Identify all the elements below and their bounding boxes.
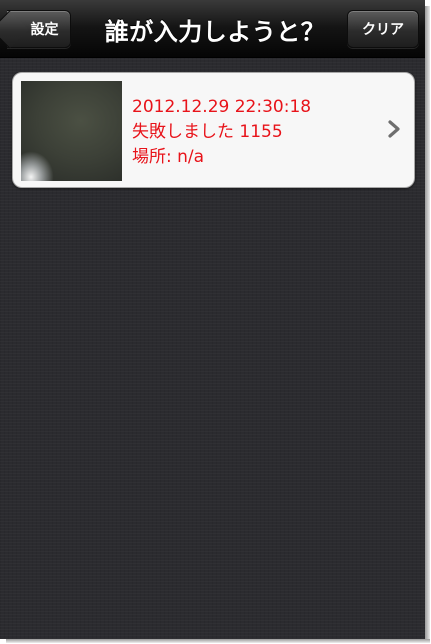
entry-status: 失敗しました 1155	[132, 122, 283, 142]
entry-list-item[interactable]: 2012.12.29 22:30:18 失敗しました 1155 場所: n/a	[12, 72, 415, 188]
clear-button[interactable]: クリア	[347, 10, 419, 48]
entry-location: 場所: n/a	[132, 147, 205, 167]
photo-thumbnail	[21, 81, 122, 181]
page-shadow-right	[425, 6, 430, 642]
chevron-right-icon	[388, 120, 400, 138]
navigation-bar: 設定 誰が入力しようと？ クリア	[0, 0, 425, 58]
page-title: 誰が入力しようと？	[104, 17, 326, 46]
entry-info: 2012.12.29 22:30:18 失敗しました 1155 場所: n/a	[132, 95, 311, 170]
back-button-label: 設定	[30, 22, 59, 38]
back-button[interactable]: 設定	[7, 10, 71, 48]
entry-datetime: 2012.12.29 22:30:18	[132, 97, 312, 117]
app-screen: 設定 誰が入力しようと？ クリア 2012.12.29 22:30:18 失敗し…	[0, 0, 425, 639]
page-shadow-bottom	[6, 639, 430, 643]
